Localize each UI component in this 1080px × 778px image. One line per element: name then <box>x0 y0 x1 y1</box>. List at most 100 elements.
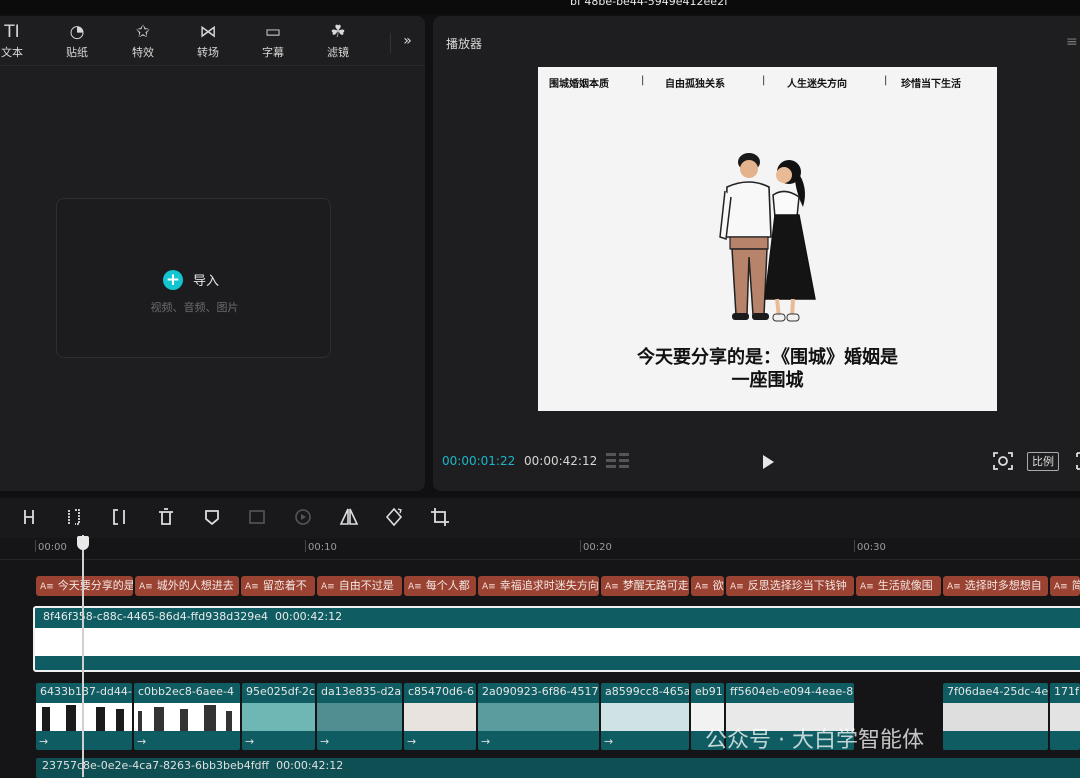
fullscreen-icon[interactable] <box>1074 451 1080 471</box>
playhead-handle[interactable] <box>77 536 89 550</box>
tab-text[interactable]: TI 文本 <box>0 22 42 60</box>
player-title: 播放器 <box>446 37 483 51</box>
ruler-label: 00:30 <box>857 542 886 553</box>
delete-icon[interactable] <box>155 506 177 528</box>
scene-clip[interactable]: a8599cc8-465a → <box>601 683 689 750</box>
text-icon: TI <box>4 22 20 42</box>
scene-clip[interactable]: 2a090923-6f86-4517 → <box>478 683 599 750</box>
sparkle-icon: ✩ <box>135 22 151 42</box>
trim-right-icon[interactable] <box>108 506 130 528</box>
text-clip[interactable]: A≡ 生活就像围 <box>856 576 941 596</box>
main-video-clip[interactable]: 8f46f358-c88c-4465-86d4-ffd938d329e4 00:… <box>33 606 1080 672</box>
filter-icon: ☘ <box>330 22 346 42</box>
crop-icon[interactable] <box>429 506 451 528</box>
play-icon <box>763 455 774 469</box>
preview-canvas[interactable]: 围城婚姻本质 | 自由孤独关系 | 人生迷失方向 | 珍惜当下生活 今天要分享的… <box>538 67 997 411</box>
scene-clip-label: 2a090923-6f86-4517 <box>482 685 599 698</box>
scene-clip[interactable]: 7f06dae4-25dc-4e <box>943 683 1048 750</box>
text-clip[interactable]: A≡ 梦醒无路可走 <box>601 576 689 596</box>
text-clip[interactable]: A≡ 留恋着不 <box>241 576 315 596</box>
scene-clip[interactable]: 95e025df-2c → <box>242 683 315 750</box>
time-ruler[interactable]: 00:00 00:10 00:20 00:30 <box>0 538 1080 560</box>
scene-thumbnail <box>943 703 1048 731</box>
text-clip-label: 简 <box>1071 579 1080 592</box>
text-clip[interactable]: A≡ 幸福追求时迷失方向 <box>478 576 599 596</box>
scene-clip-label: eb91 <box>695 685 723 698</box>
scene-clip[interactable]: c85470d6-6 → <box>404 683 476 750</box>
tab-subtitle-label: 字幕 <box>262 46 284 59</box>
text-clip[interactable]: A≡ 城外的人想进去 <box>135 576 239 596</box>
tab-subtitle[interactable]: ▭ 字幕 <box>243 22 303 60</box>
scene-clip-label: c0bb2ec8-6aee-4 <box>138 685 235 698</box>
timecode-grid-icon[interactable] <box>606 452 630 468</box>
scene-clip[interactable]: c0bb2ec8-6aee-4 → <box>134 683 240 750</box>
scene-clip[interactable]: 171f <box>1050 683 1080 750</box>
ruler-tick <box>35 540 36 552</box>
main-clip-label: 8f46f358-c88c-4465-86d4-ffd938d329e4 00:… <box>43 610 342 623</box>
tab-effects-label: 特效 <box>132 46 154 59</box>
video-caption-line2: 一座围城 <box>731 370 804 391</box>
topic-tab: 人生迷失方向 <box>787 79 847 90</box>
scene-clip-label: a8599cc8-465a <box>605 685 689 698</box>
divider: | <box>641 75 645 86</box>
tab-filter[interactable]: ☘ 滤镜 <box>308 22 368 60</box>
text-clip[interactable]: A≡ 选择时多想想自 <box>943 576 1048 596</box>
text-clip[interactable]: A≡ 每个人都 <box>404 576 476 596</box>
scene-clip-label: 95e025df-2c <box>246 685 315 698</box>
reverse-icon <box>295 509 311 525</box>
aspect-ratio-button[interactable]: 比例 <box>1027 452 1059 471</box>
audio-clip[interactable]: 23757c8e-0e2e-4ca7-8263-6bb3beb4fdff 00:… <box>36 758 1080 778</box>
text-clip[interactable]: A≡ 简 <box>1050 576 1080 596</box>
plus-icon[interactable]: + <box>163 270 183 290</box>
mirror-icon[interactable] <box>338 506 360 528</box>
subtitle-icon: ▭ <box>264 22 282 42</box>
scene-thumbnail <box>134 703 240 731</box>
text-clip-icon: A≡ <box>482 582 496 592</box>
tab-transition-label: 转场 <box>197 46 219 59</box>
video-topic-tabs: 围城婚姻本质 | 自由孤独关系 | 人生迷失方向 | 珍惜当下生活 <box>538 75 997 90</box>
topic-tab: 珍惜当下生活 <box>901 79 961 90</box>
text-clip-icon: A≡ <box>947 582 961 592</box>
import-label[interactable]: 导入 <box>193 270 219 289</box>
scene-clip[interactable]: da13e835-d2a → <box>317 683 402 750</box>
transition-icon: ⋈ <box>199 22 217 42</box>
import-dropzone[interactable]: + 导入 视频、音频、图片 <box>56 198 331 358</box>
play-button[interactable] <box>760 453 776 471</box>
text-clip-label: 欲 <box>712 579 724 592</box>
scene-thumbnail <box>601 703 689 731</box>
scene-thumbnail <box>317 703 402 731</box>
text-clip[interactable]: A≡ 自由不过是 <box>317 576 402 596</box>
player-menu-icon[interactable]: ≡ <box>1066 34 1078 50</box>
scene-clip[interactable]: 6433b137-dd44- → <box>36 683 132 750</box>
text-clip[interactable]: A≡ 欲 <box>691 576 724 596</box>
playhead[interactable] <box>82 535 84 777</box>
tab-effects[interactable]: ✩ 特效 <box>113 22 173 60</box>
text-clip-icon: A≡ <box>40 582 54 592</box>
text-clip-icon: A≡ <box>1054 582 1068 592</box>
main-clip-id: 8f46f358-c88c-4465-86d4-ffd938d329e4 <box>43 610 268 623</box>
transition-arrow-icon: → <box>137 735 147 748</box>
text-clip-icon: A≡ <box>730 582 744 592</box>
text-clip-icon: A≡ <box>695 582 709 592</box>
text-clip-icon: A≡ <box>408 582 422 592</box>
scene-thumbnail <box>404 703 476 731</box>
audio-clip-id: 23757c8e-0e2e-4ca7-8263-6bb3beb4fdff <box>42 759 270 772</box>
text-clip-icon: A≡ <box>860 582 874 592</box>
tab-transition[interactable]: ⋈ 转场 <box>178 22 238 60</box>
text-clip[interactable]: A≡ 今天要分享的是 <box>36 576 133 596</box>
tab-sticker-label: 贴纸 <box>66 46 88 59</box>
text-clip[interactable]: A≡ 反思选择珍当下钱钟 <box>726 576 854 596</box>
split-icon[interactable] <box>18 506 40 528</box>
trim-left-icon[interactable] <box>63 506 85 528</box>
ruler-tick <box>305 540 306 552</box>
rotate-icon[interactable] <box>383 506 405 528</box>
marker-icon[interactable] <box>201 506 223 528</box>
more-tabs-button[interactable]: » <box>390 33 424 53</box>
tab-sticker[interactable]: ◔ 贴纸 <box>47 22 107 60</box>
screenshot-icon[interactable] <box>992 451 1014 471</box>
text-clip-label: 每个人都 <box>425 579 470 592</box>
window-title-bar: bf 48be-be44-5949e412ee2f <box>0 0 1080 14</box>
window-title: bf 48be-be44-5949e412ee2f <box>570 0 728 8</box>
main-clip-thumbnail-strip <box>35 628 1080 656</box>
ruler-tick <box>580 540 581 552</box>
